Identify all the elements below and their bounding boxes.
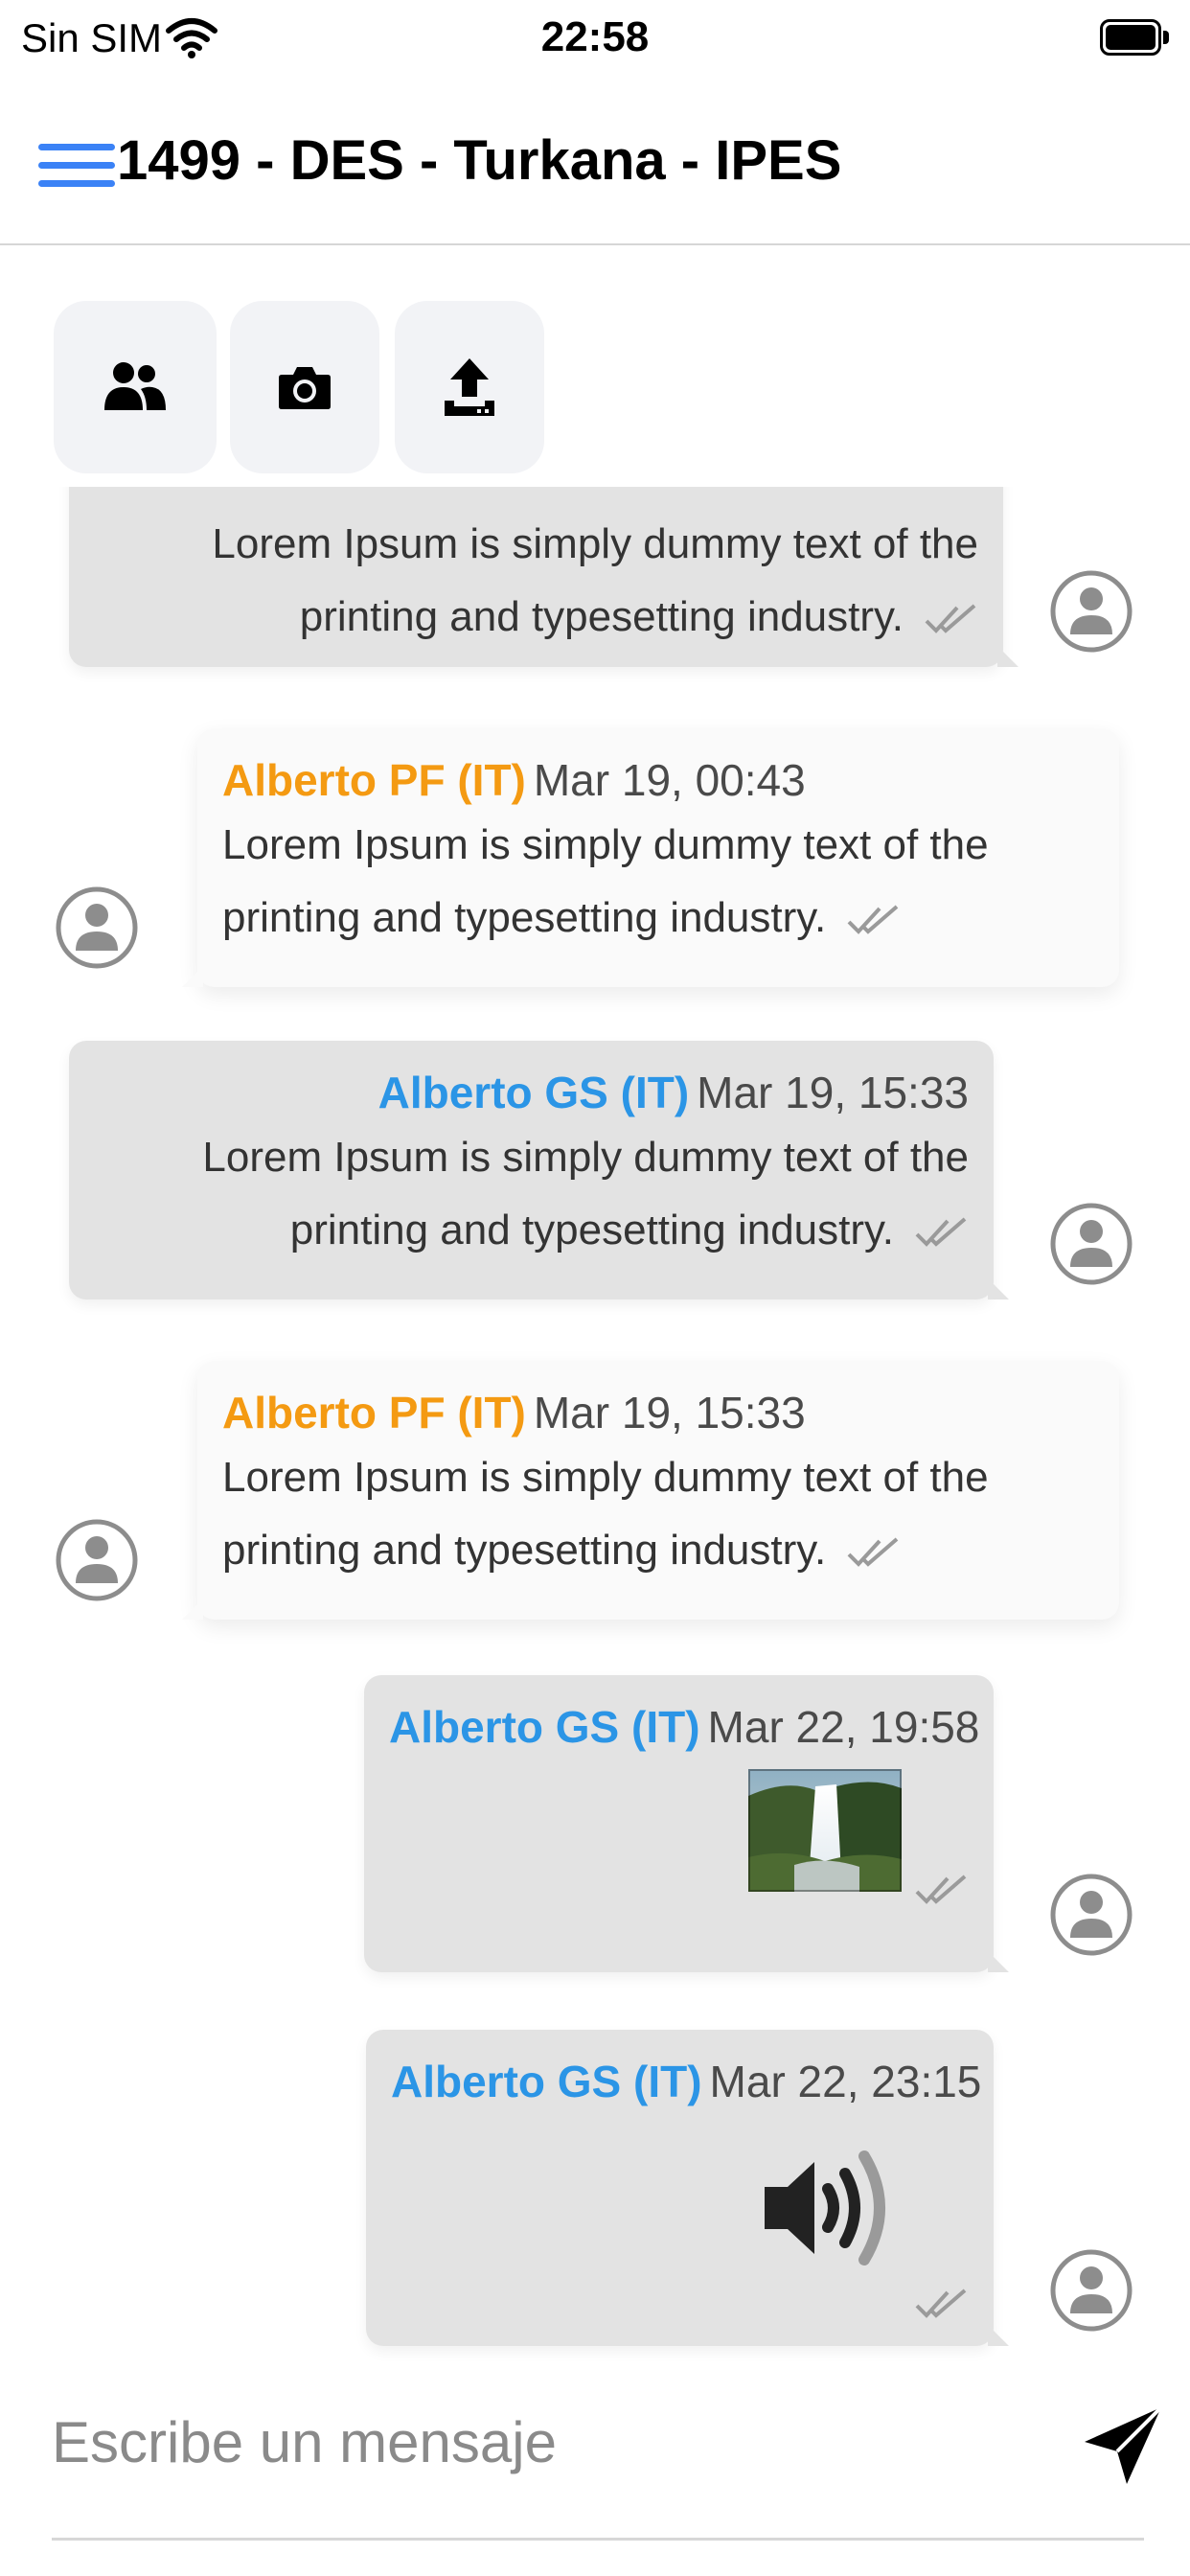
message-timestamp: Mar 22, 23:15 xyxy=(709,2057,982,2106)
message-author: Alberto PF (IT) xyxy=(222,755,526,805)
read-receipt-icon xyxy=(915,1874,967,1904)
hamburger-menu-icon[interactable] xyxy=(38,136,115,194)
avatar-icon xyxy=(56,1512,138,1608)
upload-icon xyxy=(445,358,494,416)
message-text: Lorem Ipsum is simply dummy text of the … xyxy=(202,1134,969,1254)
avatar-icon xyxy=(56,880,138,976)
avatar-icon xyxy=(1050,564,1133,659)
message-timestamp: Mar 19, 15:33 xyxy=(533,1388,806,1438)
message-bubble[interactable]: Alberto GS (IT) Mar 19, 15:33 Lorem Ipsum… xyxy=(69,1041,1009,1300)
audio-attachment-icon[interactable] xyxy=(759,2137,903,2281)
message-author: Alberto GS (IT) xyxy=(378,1068,690,1117)
group-icon xyxy=(104,362,166,410)
send-icon[interactable] xyxy=(1081,2404,1167,2490)
message-text: Lorem Ipsum is simply dummy text of the … xyxy=(212,520,978,640)
image-attachment[interactable] xyxy=(746,1767,904,1894)
message-author: Alberto GS (IT) xyxy=(389,1702,700,1752)
app-header: 1499 - DES - Turkana - IPES xyxy=(0,96,1190,245)
message-author: Alberto GS (IT) xyxy=(391,2057,702,2106)
avatar-icon xyxy=(1050,1196,1133,1292)
camera-icon xyxy=(279,367,331,409)
message-bubble[interactable]: Alberto GS (IT) Mar 22, 19:58 xyxy=(364,1675,1009,1972)
message-timestamp: Mar 19, 00:43 xyxy=(533,755,806,805)
message-list[interactable]: Lorem Ipsum is simply dummy text of the … xyxy=(0,487,1190,2365)
participants-button[interactable] xyxy=(54,301,217,473)
battery-icon xyxy=(1100,19,1169,56)
avatar-icon xyxy=(1050,2242,1133,2338)
read-receipt-icon xyxy=(925,604,976,634)
read-receipt-icon xyxy=(915,1217,967,1248)
status-bar: Sin SIM 22:58 xyxy=(0,0,1190,84)
message-bubble[interactable]: Alberto PF (IT) Mar 19, 00:43 Lorem Ipsum… xyxy=(182,728,1119,987)
message-timestamp: Mar 22, 19:58 xyxy=(707,1702,980,1752)
message-author: Alberto PF (IT) xyxy=(222,1388,526,1438)
read-receipt-icon xyxy=(915,2288,967,2318)
chat-title: 1499 - DES - Turkana - IPES xyxy=(117,129,842,192)
camera-button[interactable] xyxy=(230,301,379,473)
read-receipt-icon xyxy=(847,905,899,935)
message-bubble[interactable]: Alberto GS (IT) Mar 22, 23:15 xyxy=(366,2030,1009,2346)
message-bubble[interactable]: Alberto PF (IT) Mar 19, 15:33 Lorem Ipsum… xyxy=(182,1361,1119,1620)
message-composer xyxy=(0,2365,1190,2576)
message-bubble[interactable]: Lorem Ipsum is simply dummy text of the … xyxy=(69,487,1018,667)
message-input[interactable] xyxy=(52,2384,1067,2499)
composer-underline xyxy=(52,2538,1144,2541)
clock: 22:58 xyxy=(540,13,650,60)
read-receipt-icon xyxy=(847,1537,899,1568)
avatar-icon xyxy=(1050,1867,1133,1963)
message-timestamp: Mar 19, 15:33 xyxy=(697,1068,969,1117)
upload-button[interactable] xyxy=(395,301,544,473)
